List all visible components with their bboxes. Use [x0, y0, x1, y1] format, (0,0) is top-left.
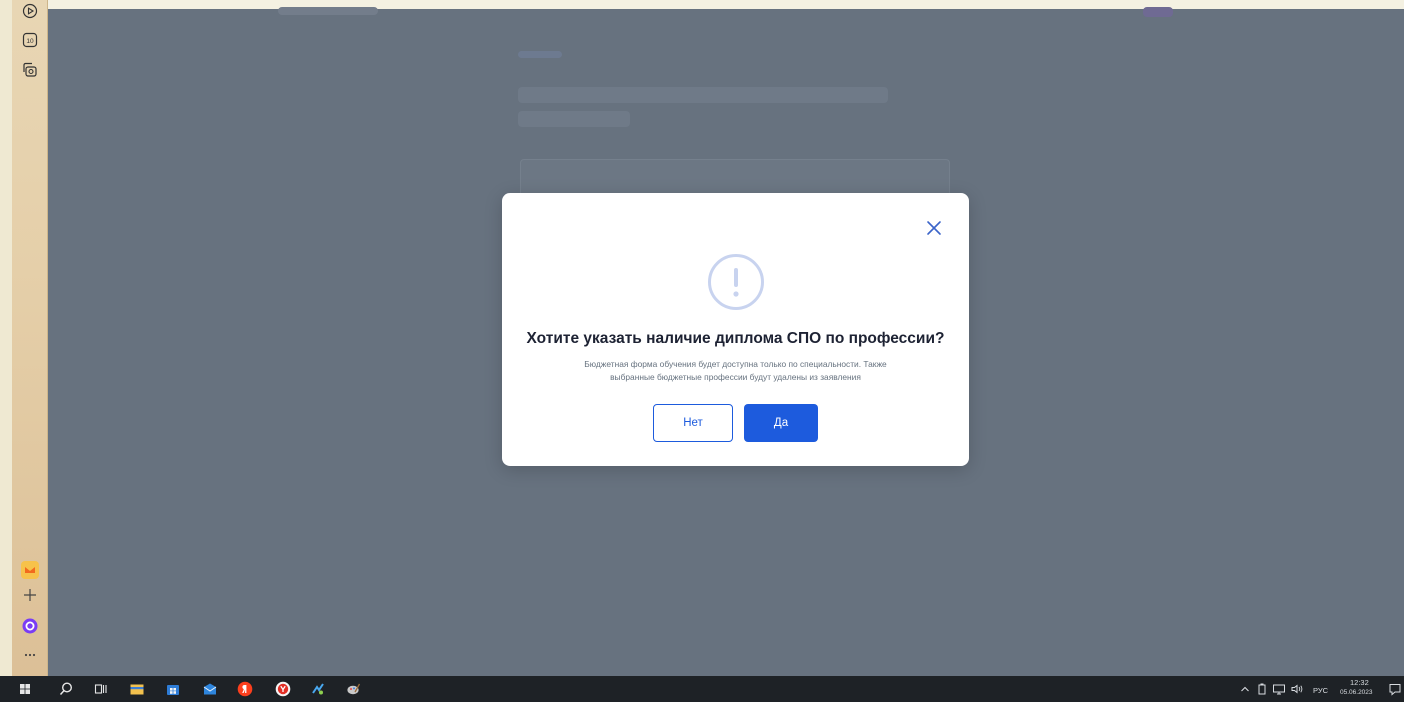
language-indicator[interactable]: РУС [1313, 686, 1328, 695]
ghost-heading-line1 [518, 87, 888, 103]
task-view-icon[interactable] [93, 681, 109, 697]
ten-badge-icon[interactable]: 10 [21, 31, 39, 49]
volume-icon[interactable] [1290, 681, 1304, 697]
play-circle-icon[interactable] [21, 2, 39, 20]
battery-icon[interactable] [1256, 681, 1268, 697]
clock-date[interactable]: 05.06.2023 [1340, 689, 1373, 696]
chevron-up-icon[interactable] [1240, 681, 1250, 697]
store-icon[interactable] [165, 681, 181, 697]
app-paint-icon[interactable] [345, 681, 361, 697]
window-top-strip [0, 0, 1404, 9]
warning-icon [707, 253, 765, 311]
dialog-description: Бюджетная форма обучения будет доступна … [538, 358, 933, 384]
file-manager-icon[interactable] [129, 681, 145, 697]
no-button[interactable]: Нет [653, 404, 733, 442]
browser-side-panel: 10 [12, 0, 48, 676]
yes-button[interactable]: Да [744, 404, 818, 442]
notification-icon[interactable] [1389, 681, 1401, 697]
ghost-logo [278, 7, 378, 15]
close-icon[interactable] [925, 219, 943, 237]
dialog-description-line1: Бюджетная форма обучения будет доступна … [584, 359, 887, 369]
alice-assistant-icon[interactable] [21, 617, 39, 635]
dialog-description-line2: выбранные бюджетные профессии будут удал… [610, 372, 861, 382]
ghost-avatar [1143, 7, 1173, 17]
yandex-icon[interactable] [237, 681, 253, 697]
network-icon[interactable] [1272, 681, 1286, 697]
app-orange-icon[interactable] [21, 561, 39, 579]
more-dots-icon[interactable] [21, 646, 39, 664]
search-icon[interactable] [58, 681, 74, 697]
dialog-title: Хотите указать наличие диплома СПО по пр… [526, 330, 945, 347]
app-sparkle-icon[interactable] [310, 681, 326, 697]
ten-badge-label: 10 [26, 38, 34, 45]
ghost-select-field [520, 159, 950, 197]
plus-icon[interactable] [21, 586, 39, 604]
yandex-browser-icon[interactable] [275, 681, 291, 697]
screenshot-icon[interactable] [21, 61, 39, 79]
ghost-back-link [518, 51, 562, 58]
clock-time[interactable]: 12:32 [1350, 678, 1369, 687]
taskbar: РУС 12:32 05.06.2023 [0, 676, 1404, 702]
mail-icon[interactable] [202, 681, 218, 697]
ghost-heading-line2 [518, 111, 630, 127]
windows-start-icon[interactable] [17, 681, 33, 697]
window-left-strip [0, 0, 12, 676]
confirm-dialog: Хотите указать наличие диплома СПО по пр… [502, 193, 969, 466]
